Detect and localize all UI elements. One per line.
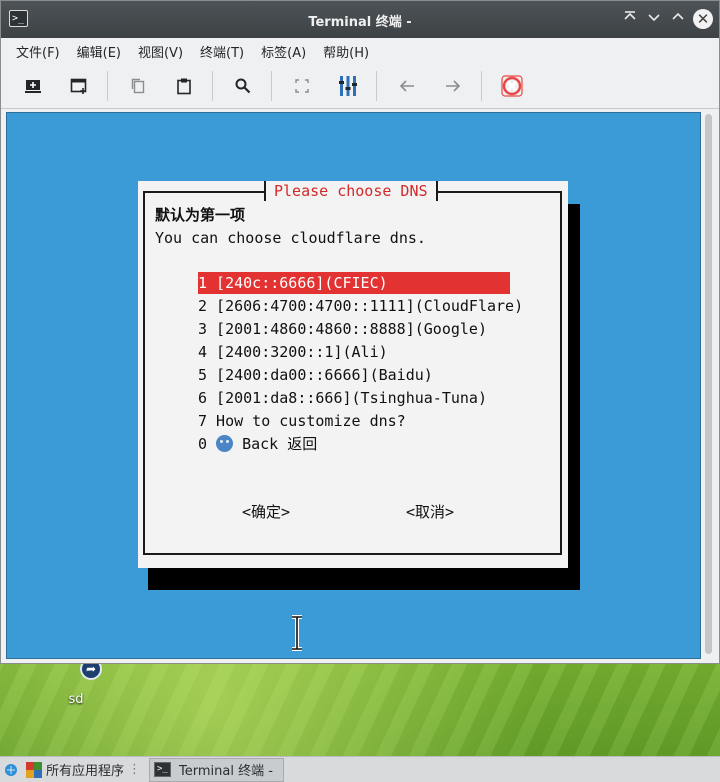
new-window-icon[interactable] [61,69,97,103]
application-menu-label: 所有应用程序 [46,764,125,779]
toolbar-separator [376,71,377,101]
copy-icon[interactable] [120,69,156,103]
title-bar[interactable]: >_ Terminal 终端 - ✕ [1,1,719,38]
back-option[interactable]: 0 Back 返回 [198,433,317,455]
find-icon[interactable] [225,69,261,103]
dns-option-6[interactable]: 6 [2001:da8::666](Tsinghua-Tuna) [198,387,487,409]
fullscreen-icon[interactable] [284,69,320,103]
dialog-heading: 默认为第一项 [155,206,246,224]
toolbar-separator [107,71,108,101]
dns-option-2[interactable]: 2 [2606:4700:4700::1111](CloudFlare) [198,295,523,317]
dns-dialog: Please choose DNS 默认为第一项 You can choose … [138,181,568,568]
paste-icon[interactable] [166,69,202,103]
maximize-icon[interactable] [669,10,687,28]
application-menu-button[interactable]: 所有应用程序 ⋮ [22,757,145,782]
next-tab-icon[interactable] [435,69,471,103]
terminal-scrollbar[interactable] [701,112,717,659]
toolbar-separator [271,71,272,101]
dns-option-7[interactable]: 7 How to customize dns? [198,410,406,432]
cancel-button[interactable]: <取消> [406,501,454,523]
ok-button[interactable]: <确定> [242,501,290,523]
back-option-number: 0 [198,435,208,453]
menu-edit[interactable]: 编辑(E) [70,42,128,61]
menu-file[interactable]: 文件(F) [9,42,67,61]
shade-icon[interactable] [621,10,639,28]
app-menu-icon [26,761,42,778]
dns-option-1[interactable]: 1 [240c::6666](CFIEC) [198,272,510,294]
minimize-icon[interactable] [645,10,663,28]
handle-icon: ⋮ [128,762,142,777]
close-window-icon[interactable]: ✕ [693,9,713,29]
new-tab-icon[interactable] [15,69,51,103]
taskbar: 所有应用程序 ⋮ >_ Terminal 终端 - [0,756,720,782]
text-cursor-icon [292,615,302,651]
dialog-title: Please choose DNS [264,181,438,201]
desktop-icon-label: sd [68,692,84,707]
terminal-window: >_ Terminal 终端 - ✕ 文件(F) 编辑(E) 视图(V) 终端(… [0,0,720,664]
back-emoji-icon [216,435,234,452]
menu-help[interactable]: 帮助(H) [316,42,376,61]
show-desktop-button[interactable] [0,757,22,782]
menu-view[interactable]: 视图(V) [131,42,190,61]
toolbar-separator [212,71,213,101]
toolbar [1,64,719,109]
dns-option-5[interactable]: 5 [2400:da00::6666](Baidu) [198,364,433,386]
dns-option-4[interactable]: 4 [2400:3200::1](Ali) [198,341,388,363]
window-title: Terminal 终端 - [308,15,412,30]
back-option-label: Back 返回 [242,435,318,453]
menu-tabs[interactable]: 标签(A) [254,42,313,61]
terminal-view[interactable]: Please choose DNS 默认为第一项 You can choose … [6,112,701,659]
taskbar-task-label: Terminal 终端 - [179,764,273,779]
dns-option-3[interactable]: 3 [2001:4860:4860::8888](Google) [198,318,487,340]
dialog-subtitle: You can choose cloudflare dns. [155,229,426,247]
menu-terminal[interactable]: 终端(T) [193,42,251,61]
toolbar-separator [481,71,482,101]
split-view-icon[interactable] [330,69,366,103]
terminal-task-icon: >_ [154,762,172,777]
close-tab-icon[interactable] [494,69,530,103]
taskbar-terminal-task[interactable]: >_ Terminal 终端 - [149,757,284,782]
scrollbar-thumb[interactable] [705,114,712,654]
previous-tab-icon[interactable] [389,69,425,103]
menu-bar: 文件(F) 编辑(E) 视图(V) 终端(T) 标签(A) 帮助(H) [1,38,719,64]
